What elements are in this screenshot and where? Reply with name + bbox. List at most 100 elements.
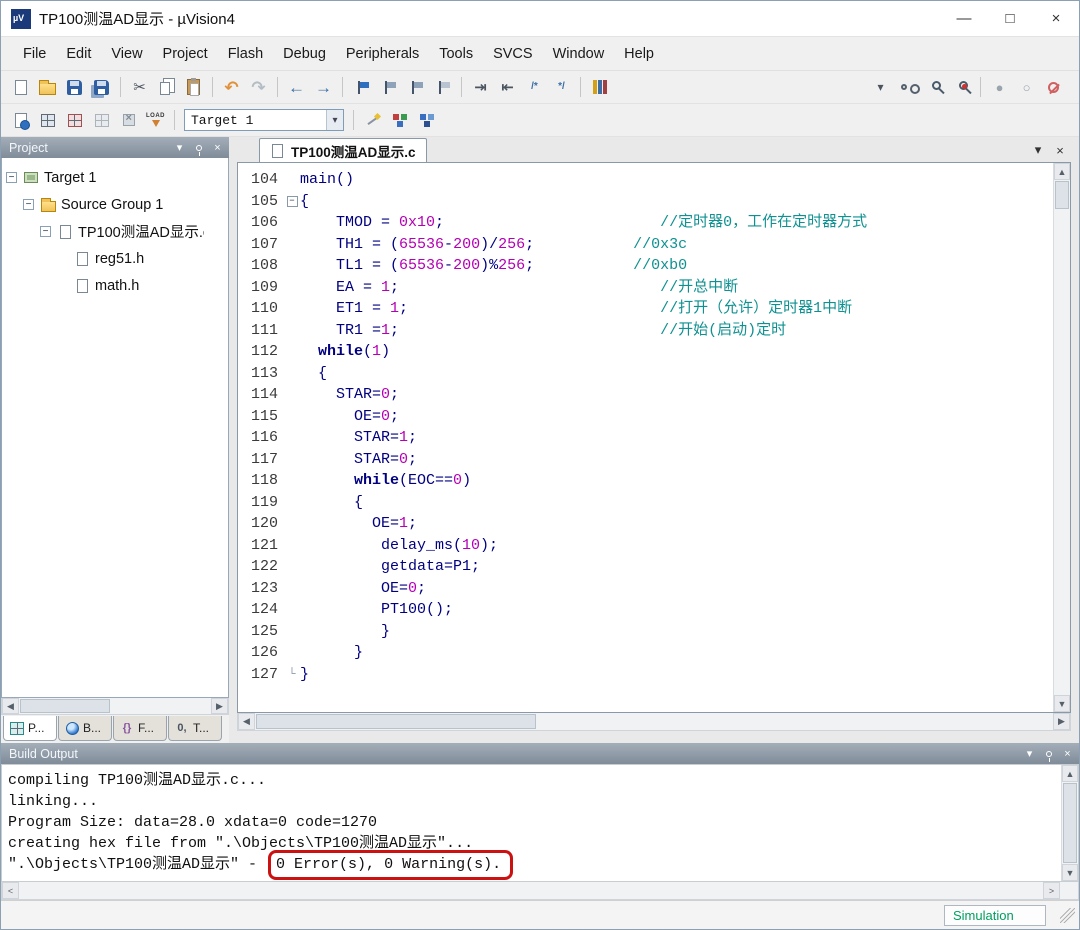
code-line[interactable]: STAR= 0;: [284, 449, 1053, 471]
panel-pin-button[interactable]: [1041, 746, 1056, 762]
document-close-button[interactable]: ×: [1051, 141, 1069, 159]
scroll-right-button[interactable]: ▶: [211, 698, 228, 714]
scroll-left-button[interactable]: ◀: [238, 713, 255, 730]
save-icon[interactable]: [61, 75, 88, 100]
scroll-track[interactable]: [111, 698, 211, 714]
comment-icon[interactable]: /*: [521, 75, 548, 100]
scroll-thumb[interactable]: [256, 714, 536, 729]
maximize-button[interactable]: □: [987, 1, 1033, 36]
panel-close-button[interactable]: ×: [1060, 746, 1075, 761]
panel-menu-button[interactable]: ▾: [1022, 746, 1037, 761]
target-select[interactable]: Target 1 ▾: [184, 109, 344, 131]
resize-grip[interactable]: [1060, 907, 1075, 923]
save-all-icon[interactable]: [88, 75, 115, 100]
code-line[interactable]: EA = 1; //开总中断: [284, 277, 1053, 299]
disable-breakpoint-icon[interactable]: ○: [1013, 75, 1040, 100]
copy-icon[interactable]: [153, 75, 180, 100]
find-dropdown-icon[interactable]: ▾: [867, 75, 894, 100]
menu-item-project[interactable]: Project: [153, 42, 218, 66]
code-line[interactable]: TL1 = (65536-200)% 256; //0xb0: [284, 255, 1053, 277]
build-output-log[interactable]: compiling TP100测温AD显示.c... linking... Prog…: [2, 765, 1061, 881]
code-line[interactable]: TR1 = 1; //开始(启动)定时: [284, 320, 1053, 342]
project-tree[interactable]: − Target 1 − Source Group 1 − TP100测温AD显示.c re…: [1, 158, 229, 698]
code-line[interactable]: −{: [284, 191, 1053, 213]
code-line[interactable]: {: [284, 492, 1053, 514]
scroll-track[interactable]: [19, 882, 1043, 899]
code-line[interactable]: main(): [284, 169, 1053, 191]
outdent-icon[interactable]: ⇤: [494, 75, 521, 100]
code-line[interactable]: OE= 1;: [284, 513, 1053, 535]
scroll-thumb[interactable]: [20, 699, 110, 713]
indent-icon[interactable]: ⇥: [467, 75, 494, 100]
code-line[interactable]: STAR= 0;: [284, 384, 1053, 406]
code-line[interactable]: getdata=P1;: [284, 556, 1053, 578]
build-icon[interactable]: [34, 108, 61, 133]
panel-pin-button[interactable]: [191, 140, 206, 156]
tree-item[interactable]: math.h: [2, 272, 228, 299]
scroll-down-button[interactable]: ▼: [1062, 864, 1078, 881]
code-editor[interactable]: main() −{ TMOD = 0x10; //定时器0，工作在定时器方式 TH…: [284, 163, 1053, 712]
insert-breakpoint-icon[interactable]: ●: [986, 75, 1013, 100]
code-line[interactable]: while (EOC== 0): [284, 470, 1053, 492]
editor-tab[interactable]: TP100测温AD显示.c: [259, 138, 427, 162]
scroll-right-button[interactable]: >: [1043, 882, 1060, 899]
next-bookmark-icon[interactable]: [402, 75, 429, 100]
panel-menu-button[interactable]: ▾: [172, 140, 187, 155]
target-select-arrow-icon[interactable]: ▾: [326, 110, 343, 130]
find-icon[interactable]: [921, 75, 948, 100]
menu-item-tools[interactable]: Tools: [429, 42, 483, 66]
code-line[interactable]: └}: [284, 664, 1053, 686]
scroll-down-button[interactable]: ▼: [1054, 695, 1070, 712]
code-line[interactable]: }: [284, 621, 1053, 643]
code-line[interactable]: STAR= 1;: [284, 427, 1053, 449]
code-line[interactable]: delay_ms(10);: [284, 535, 1053, 557]
clear-bookmarks-icon[interactable]: [429, 75, 456, 100]
scroll-up-button[interactable]: ▲: [1062, 765, 1078, 782]
code-line[interactable]: OE= 0;: [284, 578, 1053, 600]
menu-item-peripherals[interactable]: Peripherals: [336, 42, 429, 66]
tree-expander[interactable]: −: [40, 226, 51, 237]
tree-item[interactable]: − Target 1: [2, 164, 228, 191]
code-line[interactable]: PT100();: [284, 599, 1053, 621]
batch-build-icon[interactable]: [88, 108, 115, 133]
window-list-button[interactable]: ▾: [1029, 141, 1047, 159]
code-line[interactable]: TH1 = (65536-200)/256; //0x3c: [284, 234, 1053, 256]
fold-marker[interactable]: └: [284, 664, 300, 686]
manage-components-icon[interactable]: [386, 108, 413, 133]
options-target-icon[interactable]: [359, 108, 386, 133]
scroll-thumb[interactable]: [1063, 783, 1077, 863]
previous-bookmark-icon[interactable]: [375, 75, 402, 100]
load-icon[interactable]: [142, 108, 169, 133]
menu-item-debug[interactable]: Debug: [273, 42, 336, 66]
minimize-button[interactable]: —: [941, 1, 987, 36]
menu-item-flash[interactable]: Flash: [218, 42, 273, 66]
scroll-left-button[interactable]: <: [2, 882, 19, 899]
tab-project[interactable]: P...: [3, 716, 57, 741]
uncomment-icon[interactable]: */: [548, 75, 575, 100]
undo-icon[interactable]: ↶: [218, 75, 245, 100]
tree-expander[interactable]: −: [6, 172, 17, 183]
code-line[interactable]: {: [284, 363, 1053, 385]
tree-item[interactable]: reg51.h: [2, 245, 228, 272]
tree-item[interactable]: − Source Group 1: [2, 191, 228, 218]
code-line[interactable]: }: [284, 642, 1053, 664]
tree-expander[interactable]: −: [23, 199, 34, 210]
project-items-icon[interactable]: [413, 108, 440, 133]
code-line[interactable]: ET1 = 1; //打开（允许）定时器1中断: [284, 298, 1053, 320]
scroll-left-button[interactable]: ◀: [2, 698, 19, 714]
menu-item-help[interactable]: Help: [614, 42, 664, 66]
rebuild-icon[interactable]: [61, 108, 88, 133]
configure-icon[interactable]: [586, 75, 613, 100]
kill-breakpoints-icon[interactable]: [1040, 75, 1067, 100]
tab-templates[interactable]: 0, T...: [168, 716, 222, 741]
navigate-back-icon[interactable]: ←: [283, 75, 310, 100]
panel-close-button[interactable]: ×: [210, 140, 225, 155]
code-line[interactable]: TMOD = 0x10; //定时器0，工作在定时器方式: [284, 212, 1053, 234]
redo-icon[interactable]: ↷: [245, 75, 272, 100]
translate-icon[interactable]: [7, 108, 34, 133]
menu-item-view[interactable]: View: [101, 42, 152, 66]
open-file-icon[interactable]: [34, 75, 61, 100]
scroll-track[interactable]: [537, 713, 1053, 730]
tree-item[interactable]: − TP100测温AD显示.c: [2, 218, 228, 245]
code-line[interactable]: OE= 0;: [284, 406, 1053, 428]
